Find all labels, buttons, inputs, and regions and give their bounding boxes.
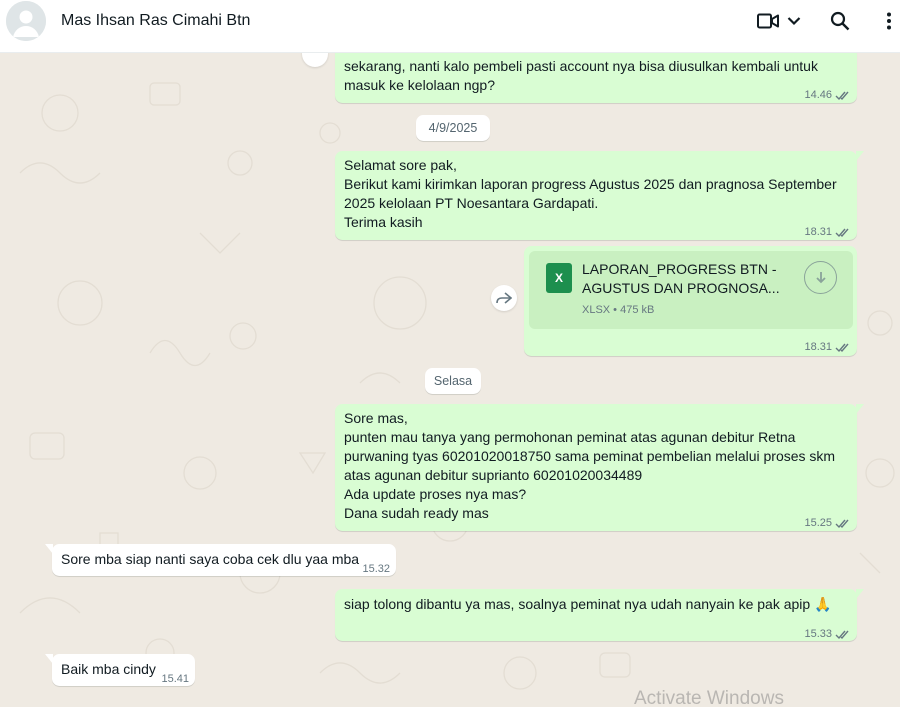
message-meta: 15.25 [804, 514, 851, 533]
message-bubble-incoming[interactable]: Baik mba cindy 15.41 [45, 654, 195, 689]
message-meta: 14.46 [804, 86, 851, 105]
video-call-icon[interactable] [757, 10, 779, 32]
message-bubble-outgoing[interactable]: sekarang, nanti kalo pembeli pasti accou… [335, 53, 857, 103]
message-meta: 15.41 [161, 670, 189, 689]
message-time: 15.41 [161, 673, 189, 685]
message-bubble-incoming[interactable]: Sore mba siap nanti saya coba cek dlu ya… [45, 544, 396, 579]
double-check-icon [835, 91, 849, 101]
message-time: 18.31 [804, 226, 832, 238]
document-name: LAPORAN_PROGRESS BTN - AGUSTUS DAN PROGN… [582, 261, 780, 296]
message-meta: 15.32 [362, 560, 390, 579]
message-text: Sore mba siap nanti saya coba cek dlu ya… [61, 551, 360, 567]
message-time: 15.25 [804, 517, 832, 529]
chat-area[interactable]: sekarang, nanti kalo pembeli pasti accou… [0, 53, 900, 707]
double-check-icon [835, 630, 849, 640]
message-text: sekarang, nanti kalo pembeli pasti accou… [344, 58, 818, 93]
more-vert-icon[interactable] [882, 10, 896, 32]
double-check-icon [835, 228, 849, 238]
message-meta: 15.33 [804, 625, 851, 644]
search-icon[interactable] [829, 10, 851, 32]
message-time: 14.46 [804, 89, 832, 101]
xlsx-file-icon: X [546, 263, 572, 293]
message-text: siap tolong dibantu ya mas, soalnya pemi… [344, 596, 832, 612]
message-time: 18.31 [804, 341, 832, 353]
message-meta: 18.31 [804, 223, 851, 242]
contact-name[interactable]: Mas Ihsan Ras Cimahi Btn [61, 12, 250, 30]
message-bubble-outgoing[interactable]: siap tolong dibantu ya mas, soalnya pemi… [335, 589, 864, 644]
date-chip: 4/9/2025 [416, 115, 490, 141]
message-text: Baik mba cindy [61, 661, 156, 677]
document-info: XLSX • 475 kB [582, 304, 655, 316]
chevron-down-icon[interactable] [786, 10, 802, 32]
message-time: 15.32 [362, 563, 390, 575]
activate-windows-watermark: Activate Windows [634, 688, 784, 707]
default-avatar-icon[interactable] [6, 1, 46, 41]
download-icon[interactable] [804, 261, 837, 294]
double-check-icon [835, 519, 849, 529]
forward-icon[interactable] [491, 285, 517, 311]
document-card[interactable]: X LAPORAN_PROGRESS BTN - AGUSTUS DAN PRO… [529, 251, 853, 329]
message-meta: 18.31 [804, 338, 851, 357]
date-chip: Selasa [425, 368, 481, 394]
message-text: Selamat sore pak, Berikut kami kirimkan … [344, 157, 837, 230]
message-time: 15.33 [804, 628, 832, 640]
message-text: Sore mas, punten mau tanya yang permohon… [344, 410, 836, 521]
message-bubble-outgoing[interactable]: Selamat sore pak, Berikut kami kirimkan … [335, 151, 864, 242]
document-message[interactable]: X LAPORAN_PROGRESS BTN - AGUSTUS DAN PRO… [524, 246, 857, 356]
message-bubble-outgoing[interactable]: Sore mas, punten mau tanya yang permohon… [335, 404, 864, 533]
chat-header: Mas Ihsan Ras Cimahi Btn [0, 0, 900, 53]
double-check-icon [835, 343, 849, 353]
